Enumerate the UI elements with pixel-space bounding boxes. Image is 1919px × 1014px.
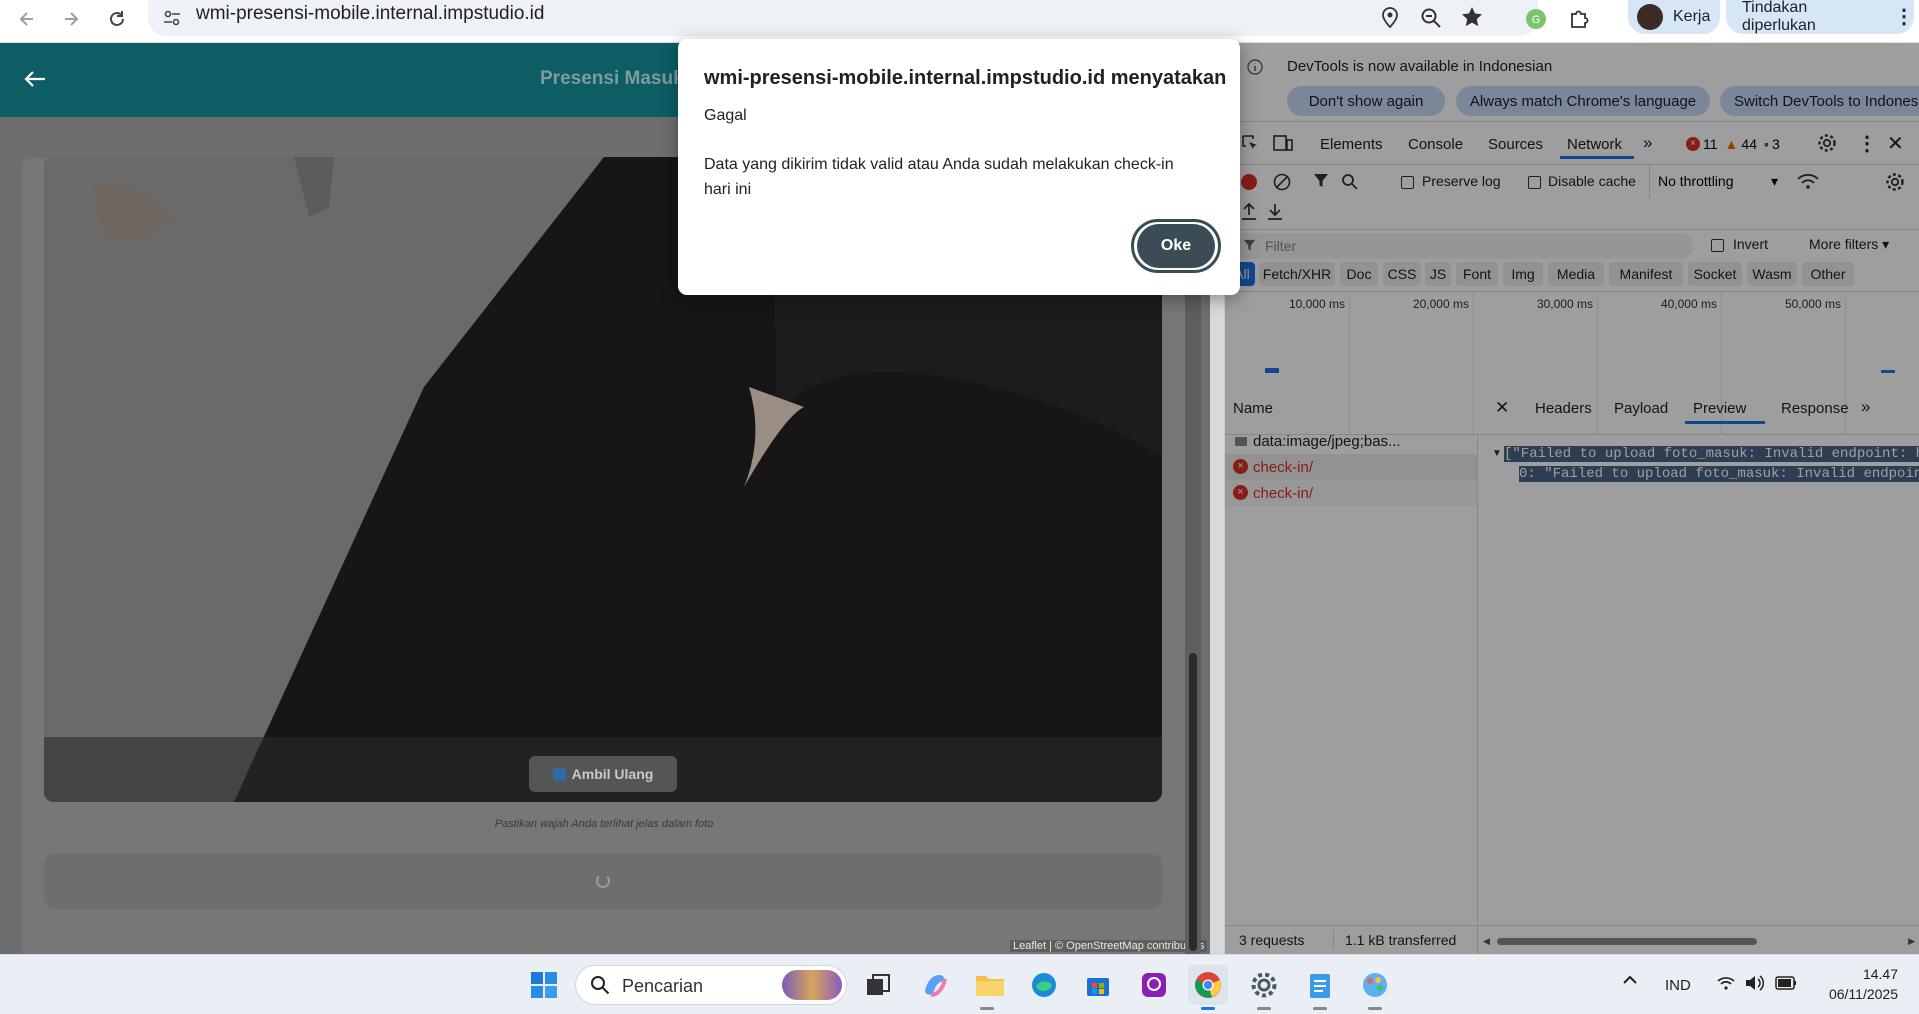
profile-label: Kerja — [1673, 8, 1711, 25]
taskbar-search[interactable]: Pencarian — [575, 965, 847, 1005]
avatar — [1637, 4, 1663, 30]
action-required-chip[interactable]: Tindakan diperlukan ⋮ — [1726, 0, 1914, 34]
forward-icon[interactable] — [56, 4, 86, 34]
clock-date[interactable]: 06/11/2025 — [1808, 986, 1898, 1002]
settings-gear-icon[interactable] — [1244, 965, 1284, 1005]
svg-text:G: G — [1532, 14, 1541, 26]
devtools-dim-overlay — [1225, 43, 1919, 954]
purple-app-icon[interactable] — [1134, 965, 1174, 1005]
microsoft-store-icon[interactable] — [1078, 965, 1118, 1005]
chrome-browser-icon[interactable] — [1188, 965, 1228, 1005]
map-attribution: Leaflet | © OpenStreetMap contributors — [1010, 940, 1208, 952]
dialog-message: Data yang dikirim tidak valid atau Anda … — [704, 156, 1174, 198]
volume-icon[interactable] — [1744, 974, 1764, 992]
extension-grammar-icon[interactable]: G — [1521, 4, 1551, 34]
dialog-title: wmi-presensi-mobile.internal.impstudio.i… — [704, 67, 1227, 89]
back-arrow-icon[interactable] — [24, 70, 46, 88]
retake-label: Ambil Ulang — [571, 766, 654, 782]
extensions-puzzle-icon[interactable] — [1565, 4, 1595, 34]
photo-hint: Pastikan wajah Anda terlihat jelas dalam… — [494, 818, 714, 830]
profile-chip[interactable]: Kerja — [1628, 0, 1720, 34]
dialog-heading: Gagal — [704, 107, 747, 124]
menu-kebab-icon[interactable]: ⋮ — [1894, 7, 1914, 27]
start-windows-icon[interactable] — [524, 965, 564, 1005]
search-icon — [590, 975, 610, 995]
task-view-icon[interactable] — [858, 965, 898, 1005]
show-hidden-icons-chevron-icon[interactable] — [1622, 973, 1638, 985]
site-info-icon[interactable] — [162, 8, 182, 28]
copilot-icon[interactable] — [915, 965, 955, 1005]
edge-browser-icon[interactable] — [1024, 965, 1064, 1005]
url-text[interactable]: wmi-presensi-mobile.internal.impstudio.i… — [196, 3, 544, 25]
running-indicator — [1257, 1007, 1271, 1010]
ok-label: Oke — [1137, 224, 1215, 268]
battery-icon[interactable] — [1775, 976, 1797, 990]
running-indicator — [1368, 1007, 1382, 1010]
running-indicator — [1201, 1007, 1215, 1010]
browser-toolbar: wmi-presensi-mobile.internal.impstudio.i… — [0, 0, 1919, 43]
zoom-icon[interactable] — [1420, 7, 1442, 29]
loading-spinner-icon — [596, 874, 610, 888]
address-bar[interactable]: wmi-presensi-mobile.internal.impstudio.i… — [148, 0, 1538, 36]
running-indicator — [980, 1007, 994, 1010]
retake-photo-button[interactable]: Ambil Ulang — [529, 756, 677, 792]
devtools-panel: DevTools is now available in Indonesian … — [1224, 43, 1919, 954]
page-title: Presensi Masuk — [540, 68, 684, 89]
search-highlight-icon — [782, 970, 842, 1000]
bookmark-star-icon[interactable] — [1461, 6, 1483, 28]
paint-app-icon[interactable] — [1355, 965, 1395, 1005]
location-icon[interactable] — [1380, 7, 1400, 29]
reload-icon[interactable] — [102, 4, 132, 34]
back-icon[interactable] — [12, 4, 42, 34]
ok-button[interactable]: Oke — [1131, 219, 1221, 273]
windows-taskbar: Pencarian IND 14.47 06/11/2025 — [0, 954, 1919, 1014]
action-required-label: Tindakan diperlukan — [1742, 0, 1816, 34]
alert-dialog: wmi-presensi-mobile.internal.impstudio.i… — [678, 39, 1240, 295]
clock-time[interactable]: 14.47 — [1826, 966, 1898, 982]
notepad-icon[interactable] — [1300, 965, 1340, 1005]
file-explorer-icon[interactable] — [970, 965, 1010, 1005]
running-indicator — [1313, 1007, 1327, 1010]
submit-button-loading[interactable] — [44, 854, 1162, 909]
search-label: Pencarian — [622, 976, 704, 996]
scroll-thumb[interactable] — [1189, 653, 1197, 951]
camera-icon — [552, 767, 566, 781]
wifi-icon[interactable] — [1717, 975, 1735, 991]
language-indicator[interactable]: IND — [1665, 977, 1691, 994]
